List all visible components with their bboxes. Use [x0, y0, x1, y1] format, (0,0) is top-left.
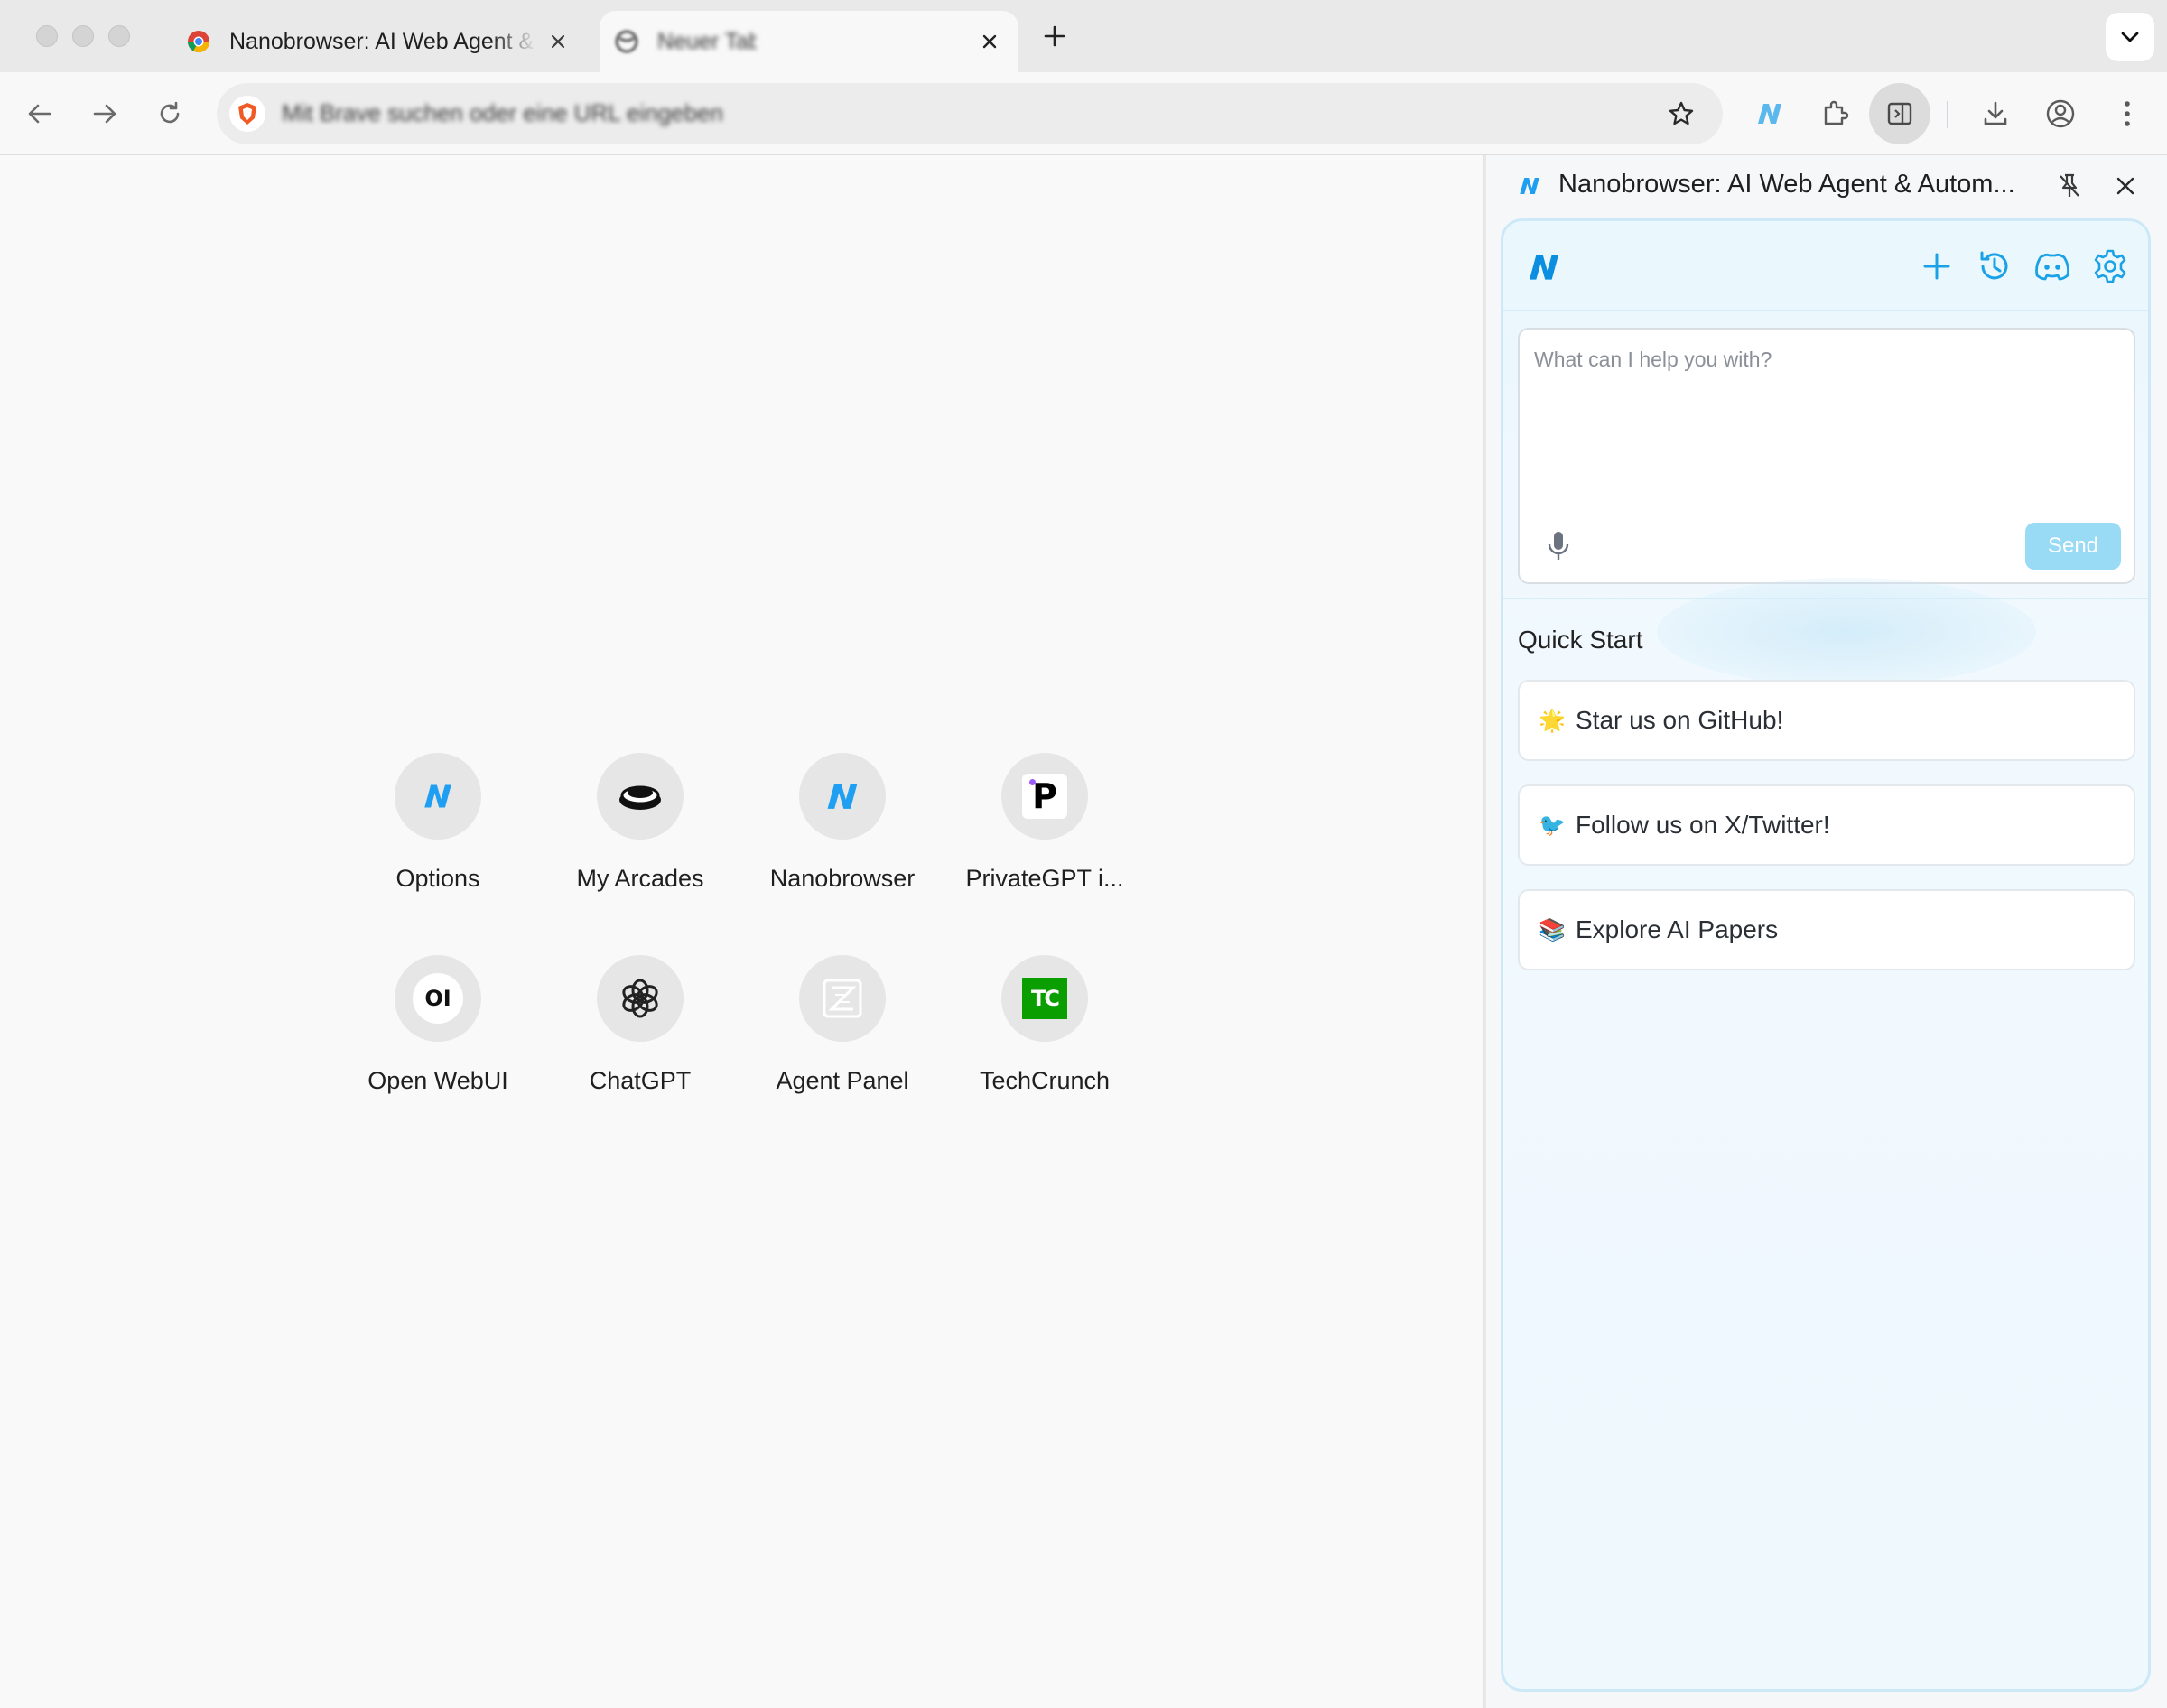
tab-nanobrowser[interactable]: Nanobrowser: AI Web Agent & Automation	[172, 11, 587, 72]
discord-button[interactable]	[2032, 246, 2072, 286]
quick-start-papers[interactable]: 📚 Explore AI Papers	[1518, 889, 2135, 970]
profile-button[interactable]	[2041, 94, 2080, 134]
side-panel-button[interactable]	[1869, 83, 1930, 144]
arcade-button-icon	[597, 753, 684, 840]
shortcut-label: Agent Panel	[776, 1067, 909, 1094]
shortcut-options[interactable]: Options	[352, 753, 524, 893]
new-chat-button[interactable]	[1917, 246, 1957, 286]
history-button[interactable]	[1975, 246, 2014, 286]
arrow-right-icon	[93, 104, 116, 124]
window-close-button[interactable]	[36, 25, 58, 47]
puzzle-icon	[1824, 100, 1849, 125]
shortcut-privategpt[interactable]: P PrivateGPT i...	[959, 753, 1130, 893]
bookmark-star-icon[interactable]	[1663, 96, 1699, 132]
nanobrowser-logo-icon	[395, 753, 481, 840]
browser-toolbar: Mit Brave suchen oder eine URL eingeben	[0, 72, 2167, 155]
new-tab-button[interactable]	[1038, 20, 1071, 52]
chat-input-box: Send	[1518, 328, 2135, 584]
bird-icon: 🐦	[1539, 812, 1566, 838]
shortcut-label: ChatGPT	[589, 1067, 692, 1094]
nanobrowser-logo-icon	[1758, 104, 1781, 124]
send-button[interactable]: Send	[2025, 523, 2121, 570]
quick-start-label: Explore AI Papers	[1576, 915, 1779, 943]
close-icon[interactable]	[977, 29, 1002, 54]
back-button[interactable]	[20, 94, 60, 134]
account-circle-icon	[2046, 99, 2075, 128]
divider	[1503, 598, 2148, 599]
gear-icon	[2094, 249, 2126, 283]
tab-search-button[interactable]	[2106, 13, 2154, 61]
tab-new-tab[interactable]: Neuer Tab	[600, 11, 1018, 72]
history-icon	[1980, 251, 2008, 280]
chatgpt-logo-icon	[597, 955, 684, 1042]
shortcut-techcrunch[interactable]: TC TechCrunch	[959, 955, 1130, 1095]
extension-navbar	[1503, 221, 2148, 311]
techcrunch-logo-icon: TC	[1001, 955, 1088, 1042]
quick-start-label: Star us on GitHub!	[1576, 706, 1784, 734]
quick-start-twitter[interactable]: 🐦 Follow us on X/Twitter!	[1518, 784, 2135, 866]
shortcut-chatgpt[interactable]: ChatGPT	[554, 955, 726, 1095]
shortcut-label: Options	[395, 865, 480, 892]
shortcut-label: PrivateGPT i...	[965, 865, 1124, 892]
nanobrowser-extension-button[interactable]	[1750, 94, 1790, 134]
nanobrowser-panel: Send Quick Start 🌟 Star us on GitHub! 🐦 …	[1501, 218, 2151, 1692]
extensions-button[interactable]	[1815, 94, 1855, 134]
downloads-button[interactable]	[1976, 94, 2015, 134]
decorative-glow	[1657, 578, 2036, 686]
chevron-down-icon	[2121, 32, 2139, 42]
shortcut-open-webui[interactable]: OI Open WebUI	[352, 955, 524, 1095]
nanobrowser-logo-icon	[1520, 177, 1539, 195]
tab-strip: Nanobrowser: AI Web Agent & Automation N…	[0, 0, 2167, 72]
shortcut-label: My Arcades	[576, 865, 704, 892]
microphone-icon[interactable]	[1545, 530, 1572, 562]
plus-icon	[1044, 25, 1065, 47]
quick-start-title: Quick Start	[1518, 626, 1643, 654]
browser-menu-button[interactable]	[2107, 94, 2147, 134]
unpin-icon[interactable]	[2053, 170, 2086, 202]
shortcut-label: Nanobrowser	[769, 865, 916, 892]
shortcut-nanobrowser[interactable]: Nanobrowser	[757, 753, 928, 893]
star-icon: 🌟	[1539, 708, 1566, 733]
shortcut-label: TechCrunch	[979, 1067, 1111, 1094]
download-icon	[1984, 101, 2007, 125]
arrow-left-icon	[28, 104, 51, 124]
plus-icon	[1923, 253, 1950, 280]
shortcut-my-arcades[interactable]: My Arcades	[554, 753, 726, 893]
close-icon[interactable]	[545, 29, 571, 54]
shortcut-agent-panel[interactable]: Agent Panel	[757, 955, 928, 1095]
quick-start-github[interactable]: 🌟 Star us on GitHub!	[1518, 680, 2135, 761]
side-panel: Nanobrowser: AI Web Agent & Autom... Wha…	[1486, 155, 2167, 1708]
window-zoom-button[interactable]	[108, 25, 130, 47]
agent-panel-logo-icon	[799, 955, 886, 1042]
nanobrowser-logo-icon	[1529, 255, 1559, 280]
books-icon: 📚	[1539, 917, 1566, 942]
reload-button[interactable]	[150, 94, 190, 134]
settings-button[interactable]	[2090, 246, 2130, 286]
privategpt-logo-icon: P	[1001, 753, 1088, 840]
new-tab-page: Options My Arcades Nanobrowser P Private…	[0, 155, 1484, 1708]
tab-title: Nanobrowser: AI Web Agent & Automation	[229, 28, 536, 54]
brave-shield-icon[interactable]	[229, 96, 265, 132]
nanobrowser-logo-icon	[799, 753, 886, 840]
window-minimize-button[interactable]	[72, 25, 94, 47]
address-placeholder: Mit Brave suchen oder eine URL eingeben	[282, 99, 723, 126]
side-panel-icon	[1887, 102, 1912, 125]
discord-icon	[2035, 253, 2069, 281]
openwebui-logo-icon: OI	[395, 955, 481, 1042]
reload-icon	[160, 101, 180, 124]
quick-start-label: Follow us on X/Twitter!	[1576, 811, 1830, 839]
chrome-favicon-icon	[188, 31, 209, 53]
globe-favicon-icon	[615, 30, 638, 53]
shortcut-label: Open WebUI	[367, 1067, 508, 1094]
side-panel-title: Nanobrowser: AI Web Agent & Autom...	[1558, 170, 2015, 199]
close-icon[interactable]	[2109, 170, 2142, 202]
address-bar[interactable]: Mit Brave suchen oder eine URL eingeben	[217, 83, 1723, 144]
forward-button[interactable]	[85, 94, 125, 134]
side-panel-header: Nanobrowser: AI Web Agent & Autom...	[1486, 155, 2167, 215]
tab-title: Neuer Tab	[657, 28, 757, 54]
toolbar-divider	[1947, 101, 1948, 128]
chat-input[interactable]	[1534, 348, 2112, 510]
more-vertical-icon	[2125, 101, 2130, 126]
